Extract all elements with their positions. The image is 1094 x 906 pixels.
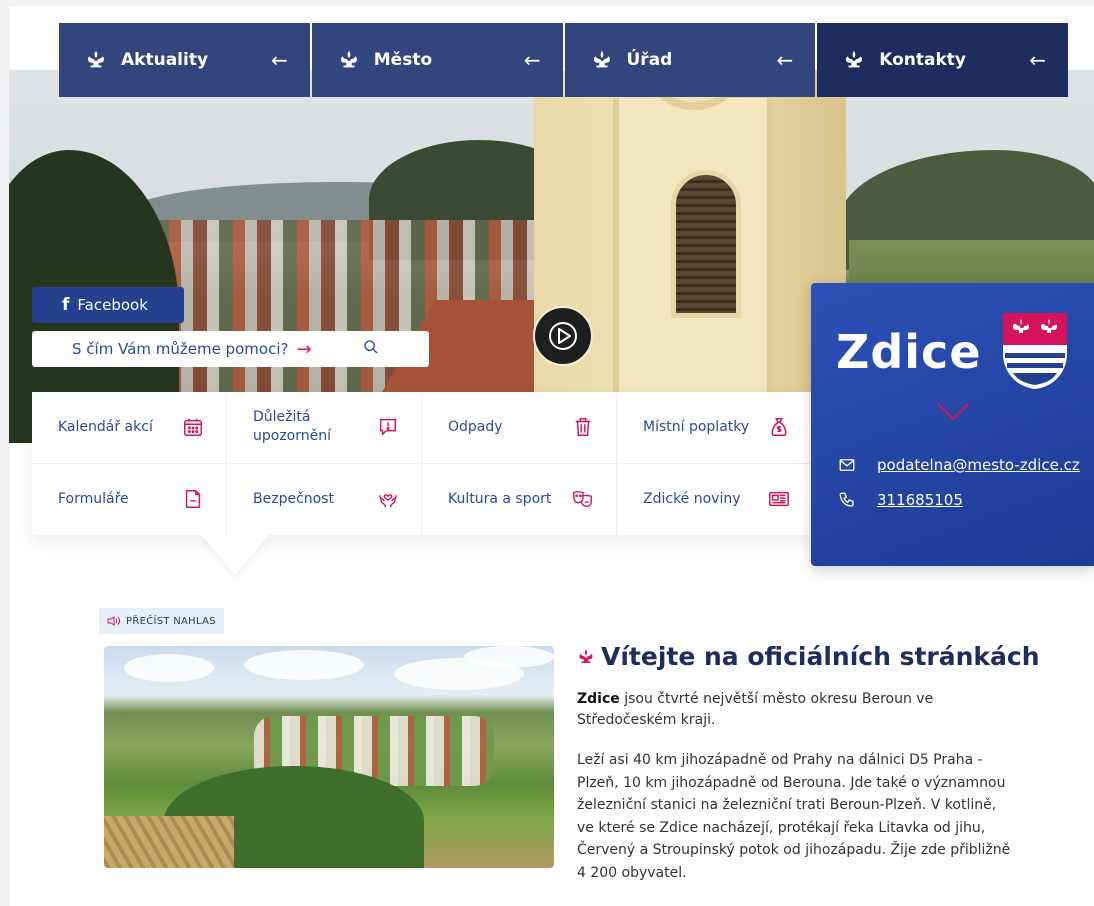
phone-icon xyxy=(839,492,854,507)
envelope-icon xyxy=(839,459,855,471)
newspaper-icon xyxy=(769,492,789,507)
fleur-de-lis-icon xyxy=(593,50,610,68)
intro-bold: Zdice xyxy=(577,691,620,707)
quick-link-label: Kalendář akcí xyxy=(58,419,153,436)
chevron-down-icon[interactable] xyxy=(936,401,970,423)
alert-message-icon xyxy=(379,419,397,436)
quick-link-formulare[interactable]: Formuláře xyxy=(32,463,227,535)
nav-item-urad[interactable]: Úřad ← xyxy=(564,23,816,97)
play-icon xyxy=(549,322,577,350)
search-placeholder: S čím Vám můžeme pomoci? xyxy=(72,340,289,358)
page-title-text: Vítejte na oficiálních stránkách xyxy=(601,642,1040,671)
facebook-button[interactable]: f Facebook xyxy=(32,287,184,323)
trash-icon xyxy=(575,418,591,437)
play-video-button[interactable] xyxy=(533,306,593,366)
quick-link-kultura[interactable]: Kultura a sport xyxy=(422,463,617,535)
main-nav: Aktuality ← Město ← Úřad ← Kontakty ← xyxy=(59,23,1068,97)
quick-links-pointer xyxy=(201,535,269,575)
email-link[interactable]: podatelna@mesto-zdice.cz xyxy=(877,456,1080,474)
arrow-left-icon: ← xyxy=(1029,48,1046,72)
email-row: podatelna@mesto-zdice.cz xyxy=(838,456,1080,474)
quick-link-label: Kultura a sport xyxy=(448,491,552,508)
town-crest-icon xyxy=(1003,313,1067,389)
page: Aktuality ← Město ← Úřad ← Kontakty ← f … xyxy=(9,6,1094,906)
fleur-de-lis-icon xyxy=(846,50,863,68)
quick-link-label: Odpady xyxy=(448,419,503,436)
fleur-de-lis-icon xyxy=(579,649,593,663)
quick-link-label: Důležitá upozornění xyxy=(253,409,331,445)
quick-link-label: Zdické noviny xyxy=(643,491,741,508)
theater-masks-icon xyxy=(573,491,592,508)
quick-link-odpady[interactable]: Odpady xyxy=(422,392,617,464)
nav-item-mesto[interactable]: Město ← xyxy=(311,23,563,97)
quick-links: Kalendář akcí Důležitá upozornění Odpady… xyxy=(32,392,812,535)
fleur-de-lis-icon xyxy=(340,50,357,68)
quick-link-kalendar[interactable]: Kalendář akcí xyxy=(32,392,227,464)
nav-label: Kontakty xyxy=(879,50,967,70)
fleur-de-lis-icon xyxy=(87,50,105,68)
nav-label: Město xyxy=(373,50,433,70)
hands-heart-icon xyxy=(379,494,397,508)
landscape-photo xyxy=(104,646,554,868)
intro-text: jsou čtvrté největší město okresu Beroun… xyxy=(577,691,934,728)
town-name: Zdice xyxy=(836,325,982,379)
nav-item-aktuality[interactable]: Aktuality ← xyxy=(59,23,310,97)
document-icon xyxy=(185,490,201,509)
phone-row: 311685105 xyxy=(838,491,963,509)
search-icon[interactable] xyxy=(363,339,379,355)
read-aloud-button[interactable]: PŘEČÍST NAHLAS xyxy=(99,608,224,634)
quick-link-noviny[interactable]: Zdické noviny xyxy=(617,464,812,536)
facebook-icon: f xyxy=(62,295,70,315)
phone-link[interactable]: 311685105 xyxy=(877,491,963,509)
nav-item-kontakty[interactable]: Kontakty ← xyxy=(817,23,1068,97)
quick-link-bezpecnost[interactable]: Bezpečnost xyxy=(227,463,422,535)
money-bag-icon xyxy=(771,418,787,437)
quick-link-upozorneni[interactable]: Důležitá upozornění xyxy=(227,392,422,464)
quick-link-label: Místní poplatky xyxy=(643,419,750,436)
arrow-left-icon: ← xyxy=(270,48,288,72)
quick-link-label: Bezpečnost xyxy=(253,491,334,508)
facebook-label: Facebook xyxy=(77,296,148,314)
nav-label: Aktuality xyxy=(121,50,209,70)
speaker-icon xyxy=(107,616,120,626)
quick-link-label: Formuláře xyxy=(58,491,129,508)
search-input[interactable]: S čím Vám můžeme pomoci? → xyxy=(32,331,429,367)
arrow-right-icon: → xyxy=(296,338,312,360)
description-paragraph: Leží asi 40 km jihozápadně od Prahy na d… xyxy=(577,752,1011,881)
nav-label: Úřad xyxy=(626,50,673,70)
intro-paragraph: Zdice jsou čtvrté největší město okresu … xyxy=(577,689,1007,731)
quick-link-poplatky[interactable]: Místní poplatky xyxy=(617,392,812,464)
arrow-left-icon: ← xyxy=(776,48,794,72)
page-title: Vítejte na oficiálních stránkách xyxy=(577,642,1040,671)
read-aloud-label: PŘEČÍST NAHLAS xyxy=(126,615,216,627)
town-panel: Zdice podatelna@mesto-zdice.cz 311685105 xyxy=(811,283,1094,566)
arrow-left-icon: ← xyxy=(523,48,541,72)
calendar-icon xyxy=(184,419,202,437)
